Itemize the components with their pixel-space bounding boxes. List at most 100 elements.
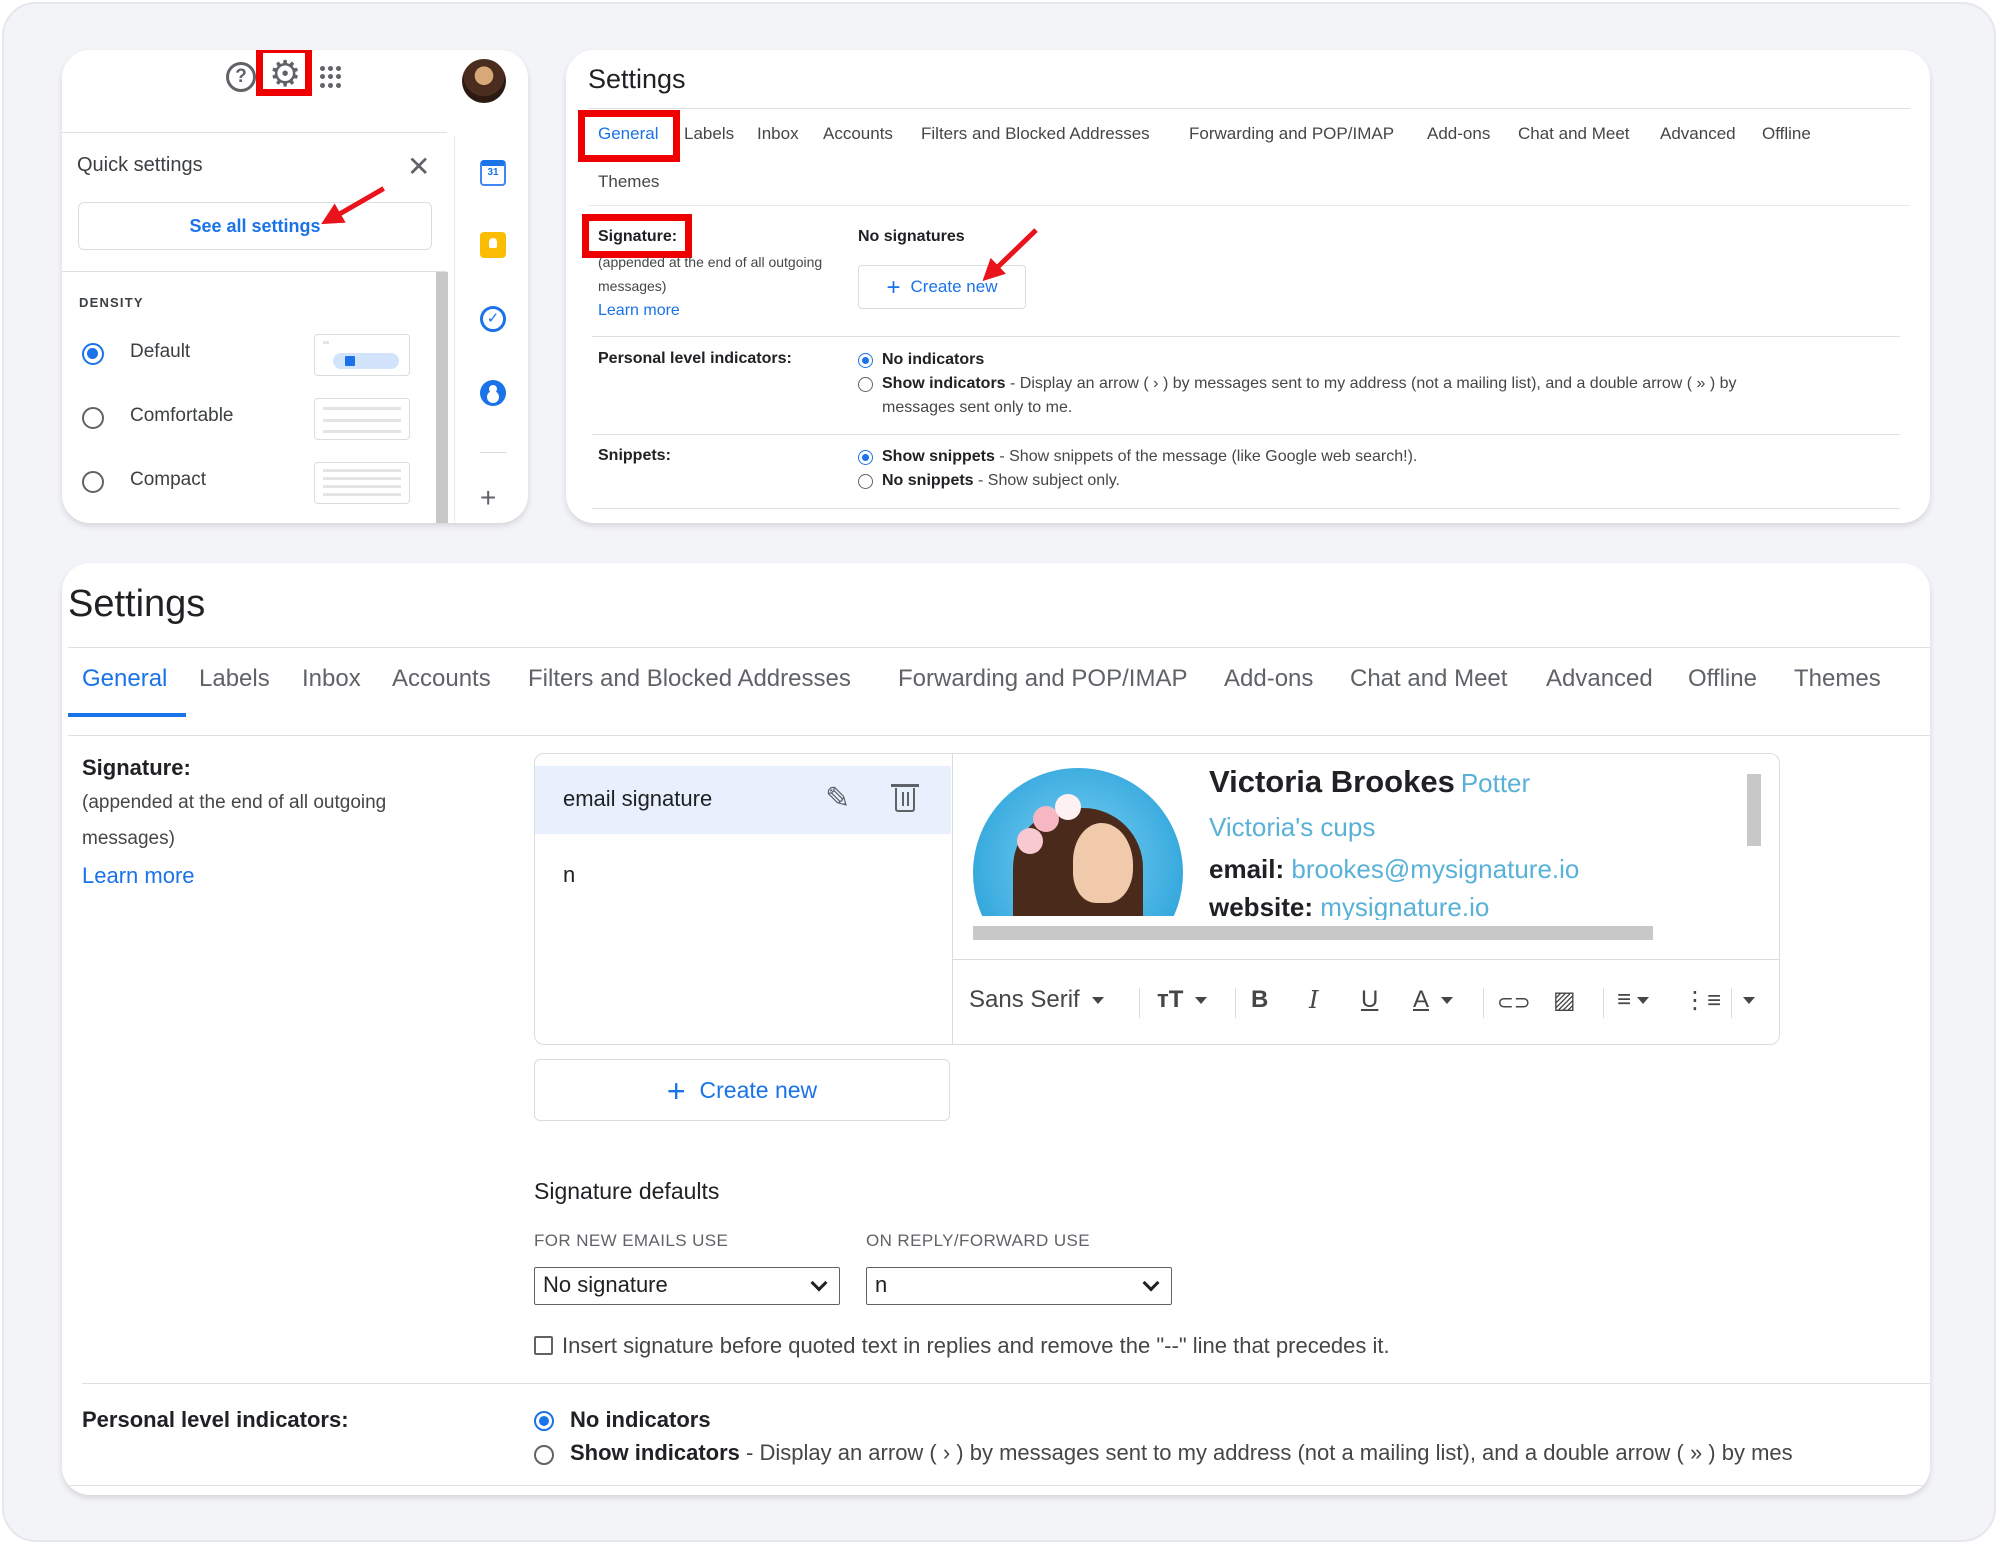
tab-accounts[interactable]: Accounts [823,124,893,144]
tab-advanced[interactable]: Advanced [1546,665,1653,693]
title-divider [68,647,1930,648]
show-indicators-desc: messages sent only to me. [882,399,1073,416]
tasks-icon[interactable]: ✓ [480,306,506,332]
bold-icon[interactable]: B [1251,986,1268,1014]
list-icon[interactable]: ⋮≡ [1683,986,1721,1015]
contacts-icon[interactable] [480,380,506,406]
tab-offline[interactable]: Offline [1762,124,1811,144]
panel-bottom-divider [62,1485,1930,1486]
learn-more-link[interactable]: Learn more [82,863,195,889]
scrollbar[interactable] [436,272,448,523]
see-all-settings-button[interactable]: See all settings [78,202,432,250]
density-option-compact[interactable]: Compact [82,462,422,504]
tab-addons[interactable]: Add-ons [1224,665,1313,693]
signature-content-area[interactable]: Victoria Brookes Potter Victoria's cups e… [953,754,1779,1044]
align-icon[interactable]: ≡ [1617,986,1650,1014]
pencil-icon[interactable]: ✎ [825,781,850,816]
show-indicators-radio[interactable] [858,377,873,392]
tab-forwarding[interactable]: Forwarding and POP/IMAP [1189,124,1394,144]
toolbar-separator [1603,988,1604,1018]
side-panel-divider [454,136,455,523]
gear-icon[interactable]: ⚙ [269,56,301,92]
new-emails-label: FOR NEW EMAILS USE [534,1231,729,1250]
tab-advanced[interactable]: Advanced [1660,124,1736,144]
no-indicators-radio[interactable] [534,1411,554,1431]
font-size-icon[interactable]: тT [1157,986,1208,1014]
row-divider [592,336,1900,337]
section-divider [62,271,447,272]
tab-labels[interactable]: Labels [199,665,270,693]
signature-person-name: Victoria Brookes Potter [1209,764,1530,800]
learn-more-link[interactable]: Learn more [598,302,680,320]
vertical-scrollbar[interactable] [1747,774,1761,846]
tab-filters[interactable]: Filters and Blocked Addresses [528,665,851,693]
tab-offline[interactable]: Offline [1688,665,1757,693]
reply-forward-select[interactable]: n [866,1267,1172,1305]
add-app-icon[interactable]: + [480,482,496,514]
density-option-comfortable[interactable]: Comfortable [82,398,422,440]
density-heading: DENSITY [79,295,144,310]
row-divider [82,1383,1930,1384]
text-color-icon[interactable]: A [1413,986,1454,1014]
tab-forwarding[interactable]: Forwarding and POP/IMAP [898,665,1187,693]
chevron-down-icon [1142,1274,1160,1292]
help-icon[interactable]: ? [226,62,256,92]
density-thumbnail [314,462,410,504]
more-options-icon[interactable] [1743,986,1755,1014]
radio-default[interactable] [82,343,104,365]
horizontal-scrollbar[interactable] [973,926,1653,940]
tab-accounts[interactable]: Accounts [392,665,491,693]
tab-chat-meet[interactable]: Chat and Meet [1350,665,1507,693]
close-icon[interactable]: ✕ [407,150,430,183]
toolbar-separator [1235,988,1236,1018]
account-avatar[interactable] [462,59,506,103]
image-icon[interactable]: ▨ [1553,986,1576,1015]
insert-signature-checkbox[interactable] [534,1336,553,1355]
keep-icon[interactable] [480,232,506,258]
tab-themes[interactable]: Themes [598,172,659,192]
trash-icon[interactable] [891,784,919,812]
tab-chat-meet[interactable]: Chat and Meet [1518,124,1630,144]
tab-general[interactable]: General [598,124,658,144]
tab-themes[interactable]: Themes [1794,665,1881,693]
density-option-default[interactable]: Default [82,334,422,376]
density-option-label: Comfortable [130,405,234,426]
radio-comfortable[interactable] [82,407,104,429]
density-option-label: Default [130,341,191,362]
tab-inbox[interactable]: Inbox [757,124,799,144]
new-emails-select[interactable]: No signature [534,1267,840,1305]
settings-panel-small: Settings General Labels Inbox Accounts F… [566,50,1930,523]
tab-filters[interactable]: Filters and Blocked Addresses [921,124,1150,144]
font-family-select[interactable]: Sans Serif [969,986,1104,1014]
density-thumbnail [314,398,410,440]
tab-general[interactable]: General [82,665,167,693]
signature-name-text: Victoria Brookes [1209,764,1455,799]
create-new-signature-button[interactable]: + Create new [534,1059,950,1121]
signature-company: Victoria's cups [1209,812,1376,842]
italic-icon[interactable]: I [1309,986,1318,1014]
tab-inbox[interactable]: Inbox [302,665,361,693]
signature-list-item[interactable]: email signature ✎ [535,766,951,834]
reply-forward-label: ON REPLY/FORWARD USE [866,1231,1090,1250]
tab-labels[interactable]: Labels [684,124,734,144]
signature-name: email signature [563,786,713,811]
signature-list-item[interactable]: n [563,862,575,888]
plus-icon: + [886,274,901,301]
apps-divider [480,452,506,453]
show-indicators-radio[interactable] [534,1445,554,1465]
show-indicators-label: Show indicators - Display an arrow ( › )… [570,1440,1793,1465]
title-divider [588,108,1910,109]
tab-addons[interactable]: Add-ons [1427,124,1490,144]
formatting-toolbar: Sans Serif тT B I U A ⊂⊃ ▨ ≡ ⋮≡ [953,959,1779,1044]
show-indicators-label: Show indicators - Display an arrow ( › )… [882,375,1737,392]
apps-grid-icon[interactable] [320,66,342,88]
signature-role: Potter [1460,768,1531,798]
radio-compact[interactable] [82,471,104,493]
link-icon[interactable]: ⊂⊃ [1497,990,1531,1015]
no-snippets-radio[interactable] [858,474,873,489]
toolbar-separator [1483,988,1484,1018]
underline-icon[interactable]: U [1361,986,1378,1014]
show-snippets-radio[interactable] [858,450,873,465]
calendar-icon[interactable]: 31 [480,160,506,186]
no-indicators-radio[interactable] [858,353,873,368]
